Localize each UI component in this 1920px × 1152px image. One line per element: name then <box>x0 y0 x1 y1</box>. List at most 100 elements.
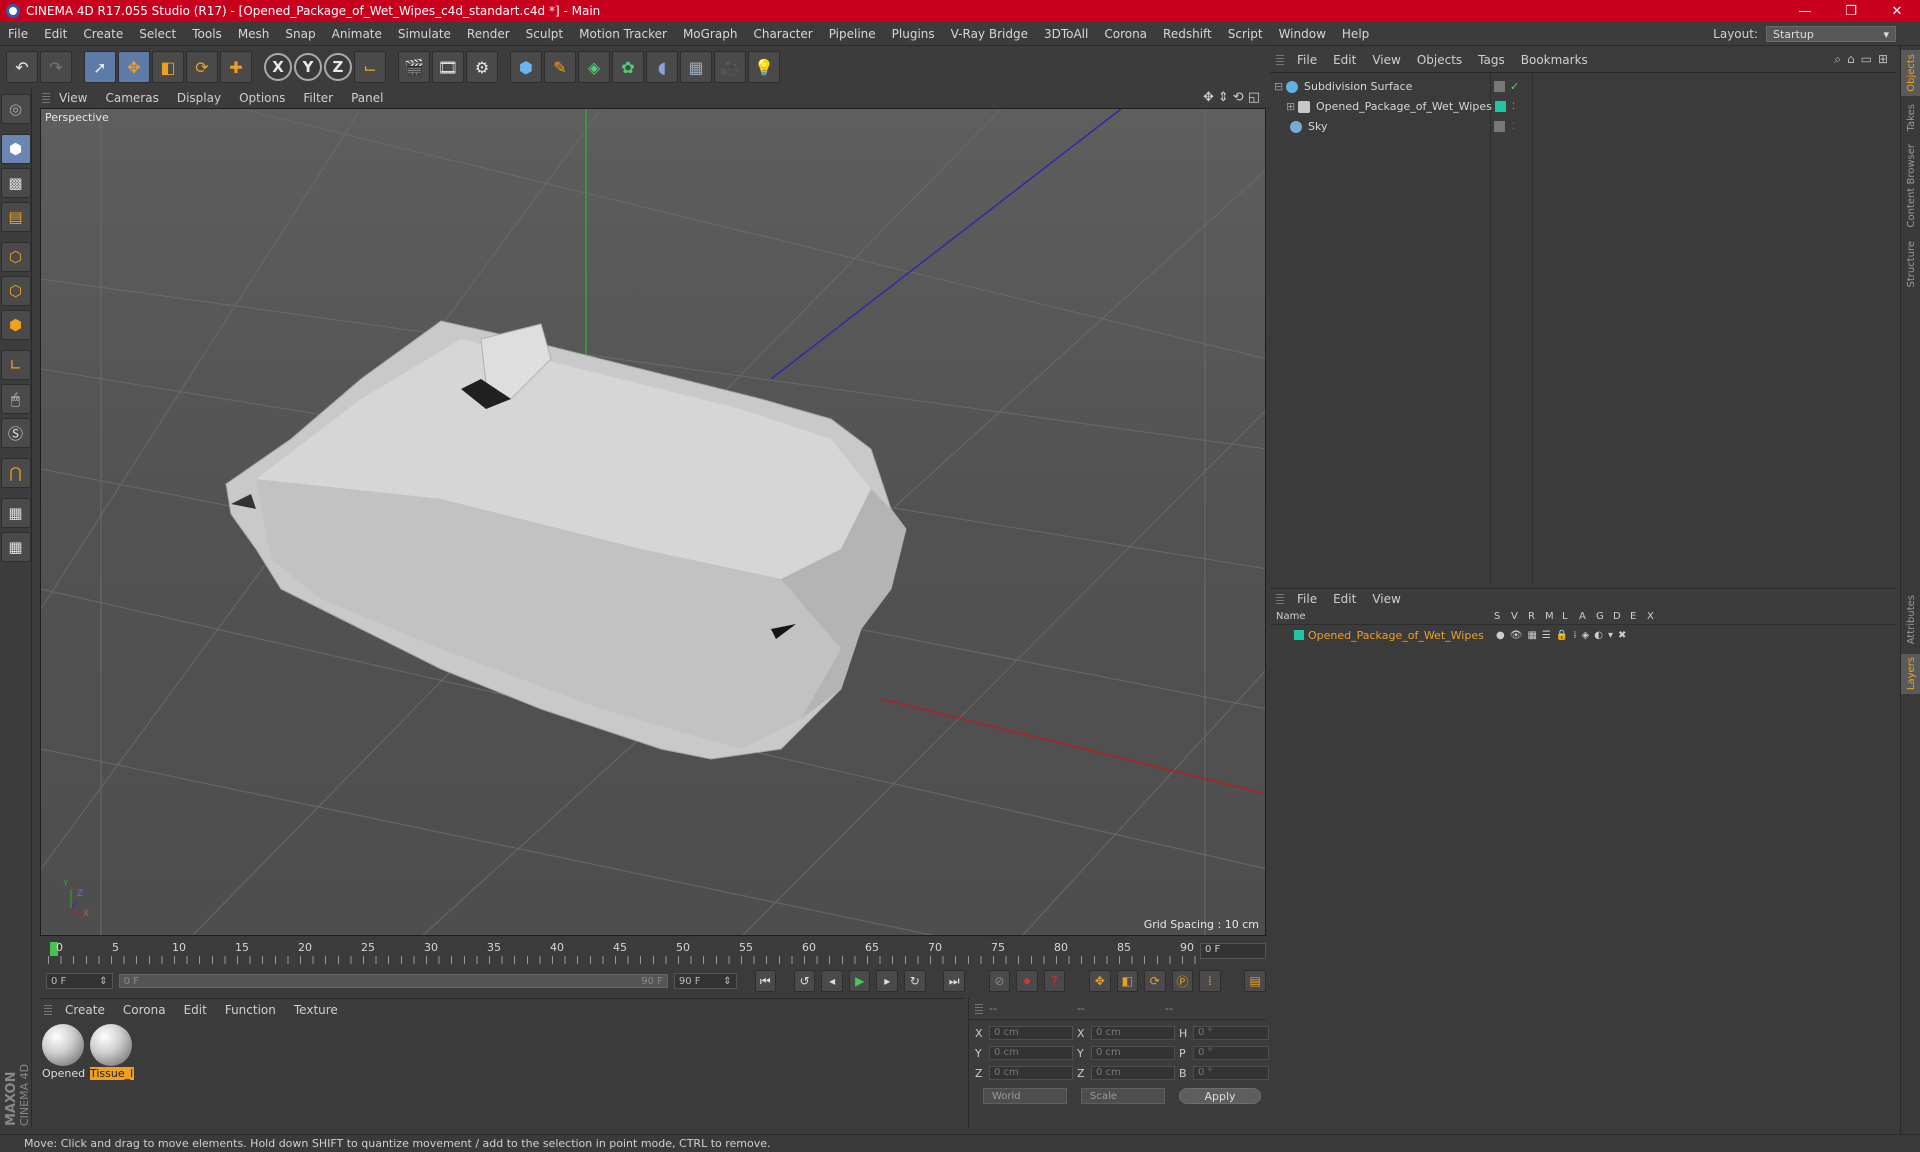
layer-col-manager[interactable]: M <box>1545 611 1554 622</box>
camera-icon[interactable]: 🎥 <box>714 51 746 83</box>
perspective-viewport[interactable]: Perspective Y Z X Grid Spacing : 10 cm <box>40 108 1266 936</box>
menu-tools[interactable]: Tools <box>184 27 230 41</box>
layout-dropdown[interactable]: Startup ▾ <box>1766 26 1896 42</box>
deformer-toggle-icon[interactable]: ◐ <box>1594 630 1603 641</box>
menu-script[interactable]: Script <box>1220 27 1271 41</box>
key-pla-icon[interactable]: ⁞ <box>1199 970 1221 992</box>
key-parameter-icon[interactable]: Ⓟ <box>1171 970 1194 992</box>
layer-color-tag[interactable] <box>1495 101 1506 112</box>
viewport-menu-panel[interactable]: Panel <box>344 91 390 105</box>
object-menu-file[interactable]: File <box>1290 53 1324 67</box>
floor-icon[interactable]: ▦ <box>680 51 712 83</box>
move-icon[interactable]: ✥ <box>118 51 150 83</box>
enabled-check-icon[interactable]: ✓ <box>1510 80 1519 93</box>
expand-icon[interactable]: ⊞ <box>1878 52 1888 67</box>
material-menu-function[interactable]: Function <box>218 1003 283 1017</box>
layer-menu-view[interactable]: View <box>1365 592 1407 606</box>
object-menu-bookmarks[interactable]: Bookmarks <box>1514 53 1595 67</box>
x-axis-icon[interactable]: X <box>264 53 292 81</box>
manager-toggle-icon[interactable]: ☰ <box>1542 630 1551 641</box>
texture-mode-icon[interactable]: ▩ <box>0 168 31 198</box>
expand-tree-icon[interactable]: ⊞ <box>1286 100 1295 113</box>
menu-create[interactable]: Create <box>75 27 131 41</box>
make-editable-icon[interactable]: ◎ <box>0 94 31 124</box>
workplane-mode-icon[interactable]: ▤ <box>0 202 31 232</box>
viewport-menu-display[interactable]: Display <box>170 91 228 105</box>
search-icon[interactable]: ⌕ <box>1834 52 1841 67</box>
layer-col-animation[interactable]: A <box>1579 611 1586 622</box>
go-to-start-icon[interactable]: ⏮ <box>754 970 777 992</box>
tab-layers[interactable]: Layers <box>1901 654 1920 694</box>
rot-p-field[interactable]: 0 ° <box>1193 1046 1269 1060</box>
expression-toggle-icon[interactable]: ▾ <box>1608 630 1613 641</box>
material-swatch[interactable]: Opened <box>42 1024 86 1080</box>
transform-icon[interactable]: ✚ <box>220 51 252 83</box>
tab-content-browser[interactable]: Content Browser <box>1901 140 1920 232</box>
menu-file[interactable]: File <box>0 27 36 41</box>
y-axis-icon[interactable]: Y <box>294 53 322 81</box>
frame-range-slider[interactable]: 0 F 90 F <box>118 974 668 988</box>
render-toggle-icon[interactable]: ▦ <box>1527 630 1536 641</box>
menu-mograph[interactable]: MoGraph <box>675 27 746 41</box>
viewport-menu-view[interactable]: View <box>52 91 94 105</box>
cloner-icon[interactable]: ✿ <box>612 51 644 83</box>
xref-toggle-icon[interactable]: ✖ <box>1618 630 1626 641</box>
tweak-mode-icon[interactable]: 🖱 <box>0 384 31 414</box>
object-row[interactable]: ⊞ Opened_Package_of_Wet_Wipes ⁚ <box>1270 97 1896 116</box>
object-row[interactable]: Sky ⁚ <box>1270 117 1896 136</box>
tab-attributes[interactable]: Attributes <box>1901 590 1920 650</box>
render-settings-icon[interactable]: ⚙ <box>466 51 498 83</box>
material-menu-create[interactable]: Create <box>58 1003 112 1017</box>
menu-motion-tracker[interactable]: Motion Tracker <box>571 27 675 41</box>
restore-button[interactable]: ❐ <box>1828 0 1874 22</box>
start-frame-field[interactable]: 0 F ⇕ <box>46 973 113 989</box>
material-menu-edit[interactable]: Edit <box>177 1003 214 1017</box>
object-menu-objects[interactable]: Objects <box>1410 53 1469 67</box>
visibility-dots-icon[interactable]: ⁚ <box>1512 102 1515 112</box>
light-icon[interactable]: 💡 <box>748 51 780 83</box>
size-x-field[interactable]: 0 cm <box>1091 1026 1175 1040</box>
previous-key-icon[interactable]: ↺ <box>793 970 816 992</box>
layer-col-name[interactable]: Name <box>1276 611 1306 622</box>
pan-icon[interactable]: ✥ <box>1203 90 1214 105</box>
menu-select[interactable]: Select <box>131 27 184 41</box>
new-window-icon[interactable]: ▭ <box>1861 52 1872 67</box>
layer-col-deformers[interactable]: D <box>1613 611 1621 622</box>
undo-icon[interactable]: ↶ <box>6 51 38 83</box>
layer-col-solo[interactable]: S <box>1494 611 1500 622</box>
pos-x-field[interactable]: 0 cm <box>989 1026 1073 1040</box>
size-mode-dropdown[interactable]: Scale <box>1081 1088 1165 1104</box>
menu-mesh[interactable]: Mesh <box>230 27 278 41</box>
panel-grip[interactable] <box>42 93 50 103</box>
pen-icon[interactable]: ✎ <box>544 51 576 83</box>
coordinate-system-icon[interactable]: ⌙ <box>354 51 386 83</box>
render-view-icon[interactable]: 🎬 <box>398 51 430 83</box>
next-frame-icon[interactable]: ▸ <box>876 970 899 992</box>
menu-redshift[interactable]: Redshift <box>1155 27 1220 41</box>
menu-pipeline[interactable]: Pipeline <box>821 27 884 41</box>
lock-toggle-icon[interactable]: 🔒 <box>1556 630 1568 641</box>
redo-icon[interactable]: ↷ <box>40 51 72 83</box>
z-axis-icon[interactable]: Z <box>324 53 352 81</box>
object-menu-view[interactable]: View <box>1365 53 1407 67</box>
menu-plugins[interactable]: Plugins <box>884 27 943 41</box>
home-icon[interactable]: ⌂ <box>1847 52 1855 67</box>
object-menu-edit[interactable]: Edit <box>1326 53 1363 67</box>
pos-y-field[interactable]: 0 cm <box>989 1046 1073 1060</box>
close-button[interactable]: ✕ <box>1874 0 1920 22</box>
end-frame-field[interactable]: 90 F ⇕ <box>673 973 737 989</box>
select-icon[interactable]: ➚ <box>84 51 116 83</box>
menu-simulate[interactable]: Simulate <box>390 27 459 41</box>
layer-col-view[interactable]: V <box>1511 611 1518 622</box>
animation-toggle-icon[interactable]: ⁞ <box>1573 630 1576 641</box>
magnet-icon[interactable]: ⋂ <box>0 458 31 488</box>
menu-character[interactable]: Character <box>745 27 820 41</box>
edges-mode-icon[interactable]: ⬡ <box>0 276 31 306</box>
previous-frame-icon[interactable]: ◂ <box>821 970 843 992</box>
material-menu-texture[interactable]: Texture <box>287 1003 345 1017</box>
material-swatch[interactable]: Tissue_l <box>90 1024 134 1080</box>
layer-col-xref[interactable]: X <box>1647 611 1654 622</box>
layer-col-generators[interactable]: G <box>1596 611 1604 622</box>
size-z-field[interactable]: 0 cm <box>1091 1066 1175 1080</box>
object-row[interactable]: ⊟ Subdivision Surface ✓ <box>1270 77 1896 96</box>
